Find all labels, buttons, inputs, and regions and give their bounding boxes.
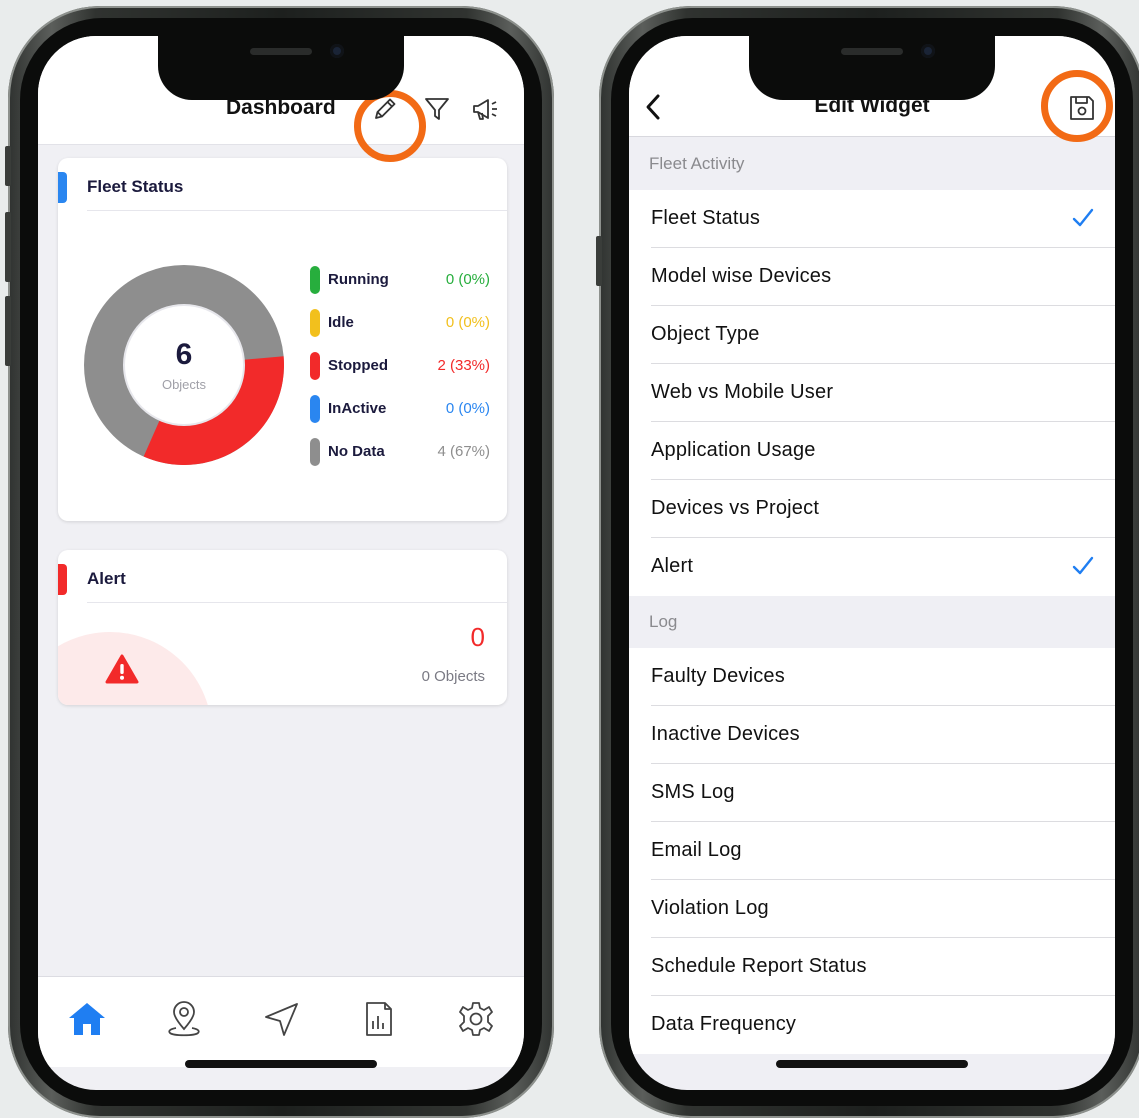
save-icon[interactable] [1067, 93, 1097, 123]
report-icon[interactable] [357, 997, 401, 1041]
widget-option-label: SMS Log [651, 781, 735, 803]
widget-option-row[interactable]: Schedule Report Status [629, 938, 1115, 996]
widget-option-row[interactable]: Data Frequency [629, 996, 1115, 1054]
navigation-icon[interactable] [260, 997, 304, 1041]
card-accent [58, 564, 67, 595]
settings-icon[interactable] [454, 997, 498, 1041]
legend-no-data: No Data 4 (67%) [310, 438, 490, 466]
widget-option-label: Alert [651, 555, 694, 577]
section-label: Log [649, 612, 678, 631]
section-header: Fleet Activity [629, 138, 1115, 190]
widget-option-row[interactable]: Violation Log [629, 880, 1115, 938]
legend-inactive: InActive 0 (0%) [310, 395, 490, 423]
section-label: Fleet Activity [649, 154, 745, 173]
legend-idle: Idle 0 (0%) [310, 309, 490, 337]
widget-option-label: Fleet Status [651, 207, 761, 229]
home-icon[interactable] [65, 997, 109, 1041]
phone-frame-left: Dashboard Fleet Status 6 Objects Running… [5, 6, 554, 1118]
warning-icon [105, 654, 139, 684]
widget-option-row[interactable]: Alert [629, 538, 1115, 596]
megaphone-icon[interactable] [468, 92, 502, 126]
card-title: Fleet Status [87, 177, 184, 196]
donut-total: 6 [175, 338, 193, 371]
fleet-status-card[interactable]: Fleet Status 6 Objects Running 0 (0%) Id… [58, 158, 507, 521]
alert-card[interactable]: Alert 0 0 Objects [58, 550, 507, 705]
alert-count: 0 [470, 622, 485, 652]
tab-bar [38, 976, 524, 1067]
legend-stopped: Stopped 2 (33%) [310, 352, 490, 380]
donut-total-label: Objects [161, 377, 207, 392]
location-pin-icon[interactable] [162, 997, 206, 1041]
widget-option-row[interactable]: Object Type [629, 306, 1115, 364]
widget-option-label: Data Frequency [651, 1013, 797, 1035]
widget-option-label: Faulty Devices [651, 665, 785, 687]
widget-option-label: Devices vs Project [651, 497, 820, 519]
widget-option-row[interactable]: SMS Log [629, 764, 1115, 822]
phone-frame-right: Edit Widget Fleet Activity Fleet Status Mo… [596, 6, 1139, 1118]
widget-option-row[interactable]: Inactive Devices [629, 706, 1115, 764]
dashboard-screen: Dashboard Fleet Status 6 Objects Running… [38, 36, 524, 1090]
widget-option-label: Schedule Report Status [651, 955, 867, 977]
card-accent [58, 172, 67, 203]
edit-widget-screen: Edit Widget Fleet Activity Fleet Status Mo… [629, 36, 1115, 1090]
widget-option-row[interactable]: Web vs Mobile User [629, 364, 1115, 422]
home-indicator [776, 1060, 968, 1068]
widget-option-row[interactable]: Fleet Status [629, 190, 1115, 248]
widget-option-label: Object Type [651, 323, 760, 345]
notch [749, 36, 995, 100]
widget-option-row[interactable]: Model wise Devices [629, 248, 1115, 306]
alert-count-label: 0 Objects [421, 668, 485, 685]
widget-option-row[interactable]: Devices vs Project [629, 480, 1115, 538]
legend-running: Running 0 (0%) [310, 266, 490, 294]
home-indicator [185, 1060, 377, 1068]
card-title: Alert [87, 569, 126, 588]
widget-option-row[interactable]: Faulty Devices [629, 648, 1115, 706]
widget-option-label: Web vs Mobile User [651, 381, 834, 403]
checkmark-icon [1069, 204, 1097, 237]
widget-option-row[interactable]: Email Log [629, 822, 1115, 880]
section-header: Log [629, 596, 1115, 648]
widget-option-label: Violation Log [651, 897, 769, 919]
widget-option-label: Email Log [651, 839, 742, 861]
widget-option-label: Model wise Devices [651, 265, 832, 287]
filter-icon[interactable] [420, 92, 454, 126]
notch [158, 36, 404, 100]
checkmark-icon [1069, 552, 1097, 585]
widget-option-row[interactable]: Application Usage [629, 422, 1115, 480]
widget-option-label: Inactive Devices [651, 723, 800, 745]
widget-option-label: Application Usage [651, 439, 816, 461]
